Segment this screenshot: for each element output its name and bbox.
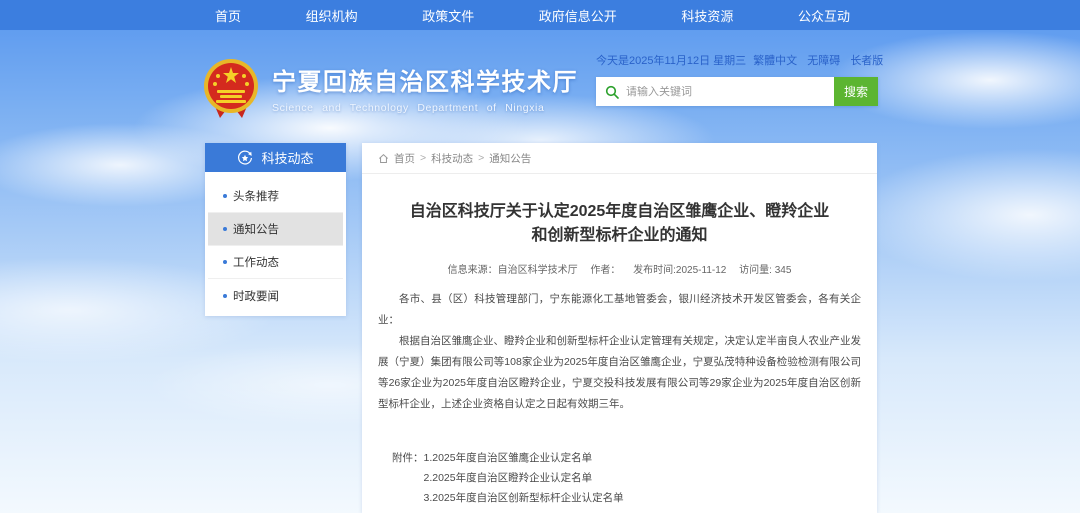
top-nav: 首页 组织机构 政策文件 政府信息公开 科技资源 公众互动 [0,0,1080,30]
header-right: 今天是2025年11月12日 星期三 繁體中文 无障碍 长者版 [596,50,878,122]
today-date: 今天是2025年11月12日 星期三 [596,52,746,68]
attachments: 附件： 1.2025年度自治区雏鹰企业认定名单 2.2025年度自治区瞪羚企业认… [392,448,861,508]
breadcrumb-separator: > [478,152,484,164]
attachment-link-3[interactable]: 3.2025年度自治区创新型标杆企业认定名单 [424,488,624,508]
article-title: 自治区科技厅关于认定2025年度自治区雏鹰企业、瞪羚企业 和创新型标杆企业的通知 [396,200,843,248]
brand-text: 宁夏回族自治区科学技术厅 Science and Technology Depa… [272,56,578,114]
search-icon [605,85,619,99]
quick-links: 繁體中文 无障碍 长者版 [746,52,883,68]
sidebar-item-headline-recommend[interactable]: 头条推荐 [208,180,343,213]
attachment-link-1[interactable]: 1.2025年度自治区雏鹰企业认定名单 [424,448,624,468]
meta-view-count: 访问量: 345 [739,265,791,276]
bullet-icon [223,194,227,198]
sidebar-item-label: 头条推荐 [233,188,279,204]
sidebar-item-work-updates[interactable]: 工作动态 [208,246,343,279]
bullet-icon [223,294,227,298]
nav-item-policy-documents[interactable]: 政策文件 [412,6,484,25]
tech-news-star-icon [237,150,253,166]
attachments-list: 1.2025年度自治区雏鹰企业认定名单 2.2025年度自治区瞪羚企业认定名单 … [424,448,624,508]
article-paragraph: 根据自治区雏鹰企业、瞪羚企业和创新型标杆企业认定管理有关规定，决定认定半亩良人农… [378,331,861,415]
attachment-link-2[interactable]: 2.2025年度自治区瞪羚企业认定名单 [424,468,624,488]
breadcrumb-current: 通知公告 [489,151,531,166]
page: 首页 组织机构 政策文件 政府信息公开 科技资源 公众互动 [0,0,1080,513]
link-accessibility[interactable]: 无障碍 [807,55,840,67]
breadcrumb-home[interactable]: 首页 [394,151,415,166]
link-traditional-chinese[interactable]: 繁體中文 [753,55,797,67]
sidebar-item-notices[interactable]: 通知公告 [208,213,343,246]
bullet-icon [223,227,227,231]
national-emblem-logo [200,56,262,122]
meta-source: 信息来源：自治区科学技术厅 [448,265,578,276]
sidebar-header: 科技动态 [205,143,346,172]
attachments-label: 附件： [392,448,424,508]
sidebar-title: 科技动态 [261,148,313,167]
top-nav-items: 首页 组织机构 政策文件 政府信息公开 科技资源 公众互动 [205,0,860,30]
breadcrumb: 首页 > 科技动态 > 通知公告 [362,143,877,174]
link-elder-version[interactable]: 长者版 [850,55,883,67]
article-paragraph: 各市、县（区）科技管理部门，宁东能源化工基地管委会，银川经济技术开发区管委会，各… [378,289,861,331]
search-input[interactable] [626,86,825,98]
sidebar: 科技动态 头条推荐 通知公告 工作动态 时政要闻 [205,143,346,316]
search-button[interactable]: 搜索 [834,77,878,106]
site-subtitle-en: Science and Technology Department of Nin… [272,102,578,114]
site-brand: 宁夏回族自治区科学技术厅 Science and Technology Depa… [200,56,578,122]
article-panel: 首页 > 科技动态 > 通知公告 自治区科技厅关于认定2025年度自治区雏鹰企业… [362,143,877,513]
sidebar-item-label: 工作动态 [233,254,279,270]
home-icon [378,153,389,164]
nav-item-organization[interactable]: 组织机构 [296,6,368,25]
article-title-line1: 自治区科技厅关于认定2025年度自治区雏鹰企业、瞪羚企业 [410,203,830,220]
article-body: 各市、县（区）科技管理部门，宁东能源化工基地管委会，银川经济技术开发区管委会，各… [378,289,861,415]
sidebar-item-label: 时政要闻 [233,288,279,304]
search-box [596,77,834,106]
breadcrumb-separator: > [420,152,426,164]
header-meta-row: 今天是2025年11月12日 星期三 繁體中文 无障碍 长者版 [596,52,878,68]
sidebar-menu: 头条推荐 通知公告 工作动态 时政要闻 [205,172,346,316]
sidebar-item-political-news[interactable]: 时政要闻 [208,279,343,312]
article-meta: 信息来源：自治区科学技术厅 作者： 发布时间:2025-11-12 访问量: 3… [362,261,877,276]
nav-item-home[interactable]: 首页 [205,6,251,25]
bullet-icon [223,260,227,264]
site-title: 宁夏回族自治区科学技术厅 [272,62,578,97]
sidebar-item-label: 通知公告 [233,221,279,237]
site-header: 宁夏回族自治区科学技术厅 Science and Technology Depa… [200,50,878,122]
nav-item-tech-resources[interactable]: 科技资源 [671,6,743,25]
nav-item-public-interaction[interactable]: 公众互动 [788,6,860,25]
meta-author: 作者： [590,265,620,276]
search-bar: 搜索 [596,77,878,106]
meta-publish-date: 发布时间:2025-11-12 [633,265,726,276]
breadcrumb-tech-news[interactable]: 科技动态 [431,151,473,166]
nav-item-gov-info-disclosure[interactable]: 政府信息公开 [529,6,627,25]
article-title-line2: 和创新型标杆企业的通知 [531,227,707,244]
